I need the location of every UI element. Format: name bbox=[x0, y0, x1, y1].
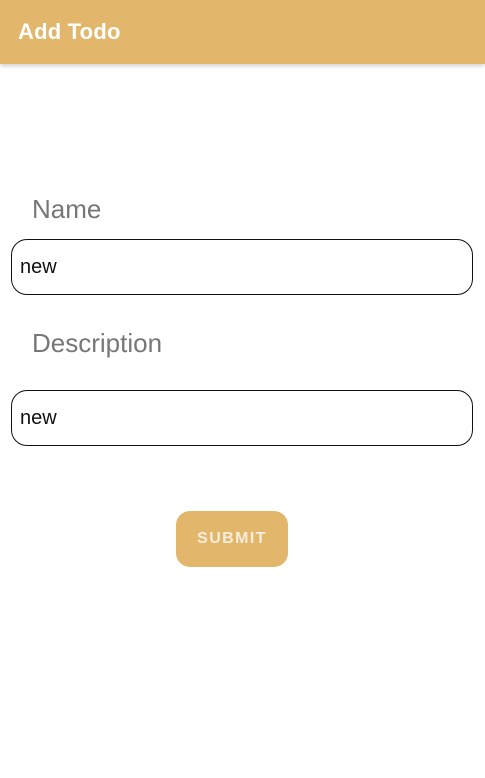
app-bar: Add Todo bbox=[0, 0, 485, 64]
name-input[interactable] bbox=[11, 239, 473, 295]
submit-button[interactable]: SUBMIT bbox=[176, 511, 288, 567]
name-label: Name bbox=[32, 194, 102, 224]
description-input[interactable] bbox=[11, 390, 473, 446]
description-label: Description bbox=[32, 328, 163, 358]
page-title: Add Todo bbox=[18, 19, 121, 44]
